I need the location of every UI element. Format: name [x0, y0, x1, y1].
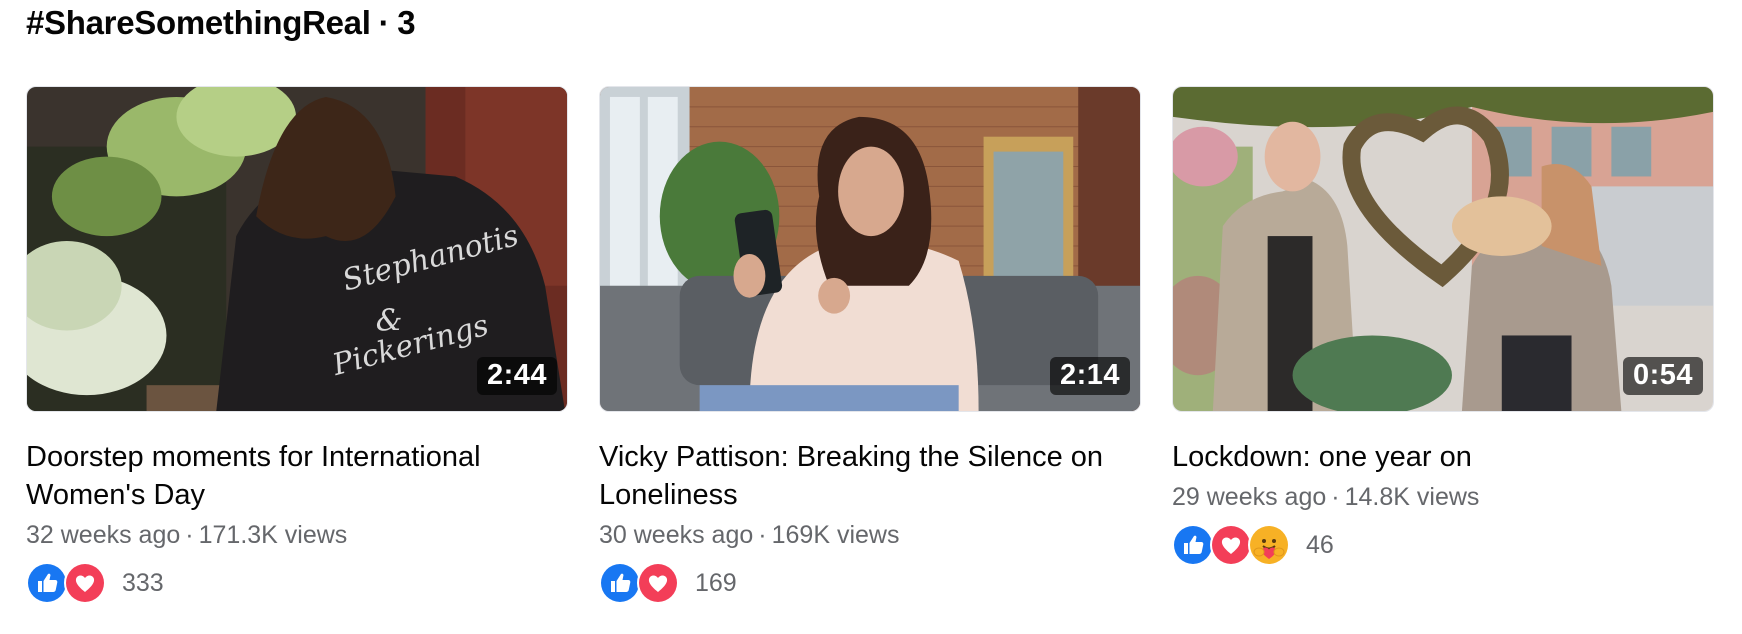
upload-age: 30 weeks ago [599, 521, 754, 549]
video-meta: 30 weeks ago · 169K views [599, 518, 1141, 552]
reactions-summary[interactable]: 169 [599, 562, 1141, 604]
video-card: 0:54 Lockdown: one year on 29 weeks ago ·… [1172, 86, 1714, 604]
view-count: 14.8K views [1344, 483, 1480, 511]
video-duration: 2:14 [1049, 357, 1130, 395]
view-count: 169K views [771, 521, 900, 549]
meta-separator: · [185, 521, 194, 549]
title-separator: · [378, 4, 390, 41]
video-meta: 32 weeks ago · 171.3K views [26, 518, 568, 552]
upload-age: 32 weeks ago [26, 521, 181, 549]
section-title: #ShareSomethingReal · 3 [26, 4, 416, 42]
meta-separator: · [758, 521, 767, 549]
reaction-count: 169 [695, 568, 737, 597]
reaction-count: 46 [1306, 530, 1334, 559]
care-reaction-icon [1248, 524, 1290, 566]
reactions-summary[interactable]: 46 [1172, 524, 1714, 566]
love-reaction-icon [64, 562, 106, 604]
video-thumbnail[interactable]: 0:54 [1172, 86, 1714, 412]
meta-separator: · [1331, 483, 1340, 511]
love-reaction-icon [1210, 524, 1252, 566]
like-reaction-icon [1172, 524, 1214, 566]
video-card: 2:14 Vicky Pattison: Breaking the Silenc… [599, 86, 1141, 604]
hashtag-label: #ShareSomethingReal [26, 4, 371, 41]
video-title[interactable]: Doorstep moments for International Women… [26, 438, 568, 514]
video-duration: 0:54 [1622, 357, 1703, 395]
video-duration: 2:44 [476, 357, 557, 395]
video-title[interactable]: Vicky Pattison: Breaking the Silence on … [599, 438, 1141, 514]
video-card: Stephanotis & Pickerings 2:44 Doorstep m… [26, 86, 568, 604]
video-title[interactable]: Lockdown: one year on [1172, 438, 1714, 476]
video-thumbnail[interactable]: 2:14 [599, 86, 1141, 412]
like-reaction-icon [599, 562, 641, 604]
view-count: 171.3K views [198, 521, 348, 549]
reaction-count: 333 [122, 568, 164, 597]
like-reaction-icon [26, 562, 68, 604]
video-meta: 29 weeks ago · 14.8K views [1172, 480, 1714, 514]
video-count: 3 [397, 4, 416, 41]
video-grid: Stephanotis & Pickerings 2:44 Doorstep m… [26, 86, 1714, 604]
upload-age: 29 weeks ago [1172, 483, 1327, 511]
reactions-summary[interactable]: 333 [26, 562, 568, 604]
video-thumbnail[interactable]: Stephanotis & Pickerings 2:44 [26, 86, 568, 412]
love-reaction-icon [637, 562, 679, 604]
